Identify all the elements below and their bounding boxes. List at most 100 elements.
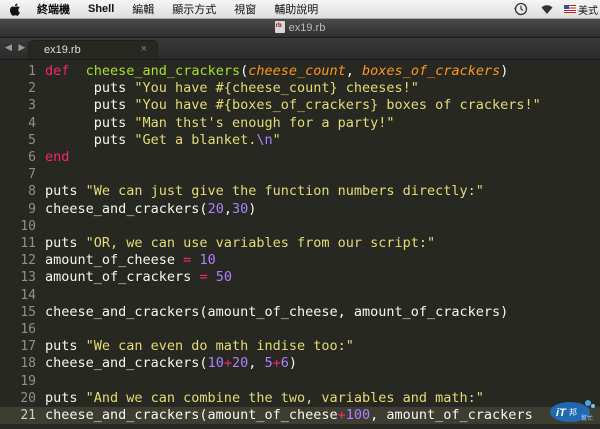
code-line[interactable]: 17 puts "We can even do math indise too:" xyxy=(0,338,600,355)
code-line[interactable]: 19 xyxy=(0,373,600,390)
tab-bar: ◀ ▶ ex19.rb × xyxy=(0,38,600,60)
code-line[interactable]: 2 puts "You have #{cheese_count} cheeses… xyxy=(0,80,600,97)
code-line[interactable]: 12 amount_of_cheese = 10 xyxy=(0,252,600,269)
time-machine-icon[interactable] xyxy=(513,2,529,16)
code-line[interactable]: 21 cheese_and_crackers(amount_of_cheese+1… xyxy=(0,407,600,424)
line-number: 17 xyxy=(20,339,36,355)
line-number: 14 xyxy=(20,287,36,303)
code-line[interactable]: 7 xyxy=(0,166,600,183)
us-flag-icon[interactable] xyxy=(564,5,576,13)
svg-text:邦: 邦 xyxy=(569,407,577,417)
line-number: 12 xyxy=(20,253,36,269)
menu-shell[interactable]: Shell xyxy=(79,3,123,15)
code-line[interactable]: 20 puts "And we can combine the two, vari… xyxy=(0,390,600,407)
code-token: puts xyxy=(45,183,86,200)
code-token: cheese_count xyxy=(248,63,346,79)
code-token: amount_of_crackers xyxy=(45,269,200,286)
line-number: 9 xyxy=(28,201,36,217)
menu-edit[interactable]: 編輯 xyxy=(123,1,163,17)
code-token: "You have #{cheese_count} cheeses!" xyxy=(134,80,419,97)
code-token: "And we can combine the two, variables a… xyxy=(85,389,484,406)
tab-close-icon[interactable]: × xyxy=(141,43,147,55)
code-line[interactable]: 16 xyxy=(0,321,600,338)
code-token: ) xyxy=(500,63,509,79)
tab-nav-arrows-icon[interactable]: ◀ ▶ xyxy=(5,42,27,53)
line-number: 10 xyxy=(20,218,36,234)
code-token: = xyxy=(199,269,208,286)
code-line[interactable]: 8 puts "We can just give the function num… xyxy=(0,183,600,200)
code-token: puts xyxy=(45,235,86,251)
line-number: 5 xyxy=(28,132,36,148)
menu-help[interactable]: 輔助說明 xyxy=(265,1,327,17)
code-token: + xyxy=(223,355,232,372)
code-token: 100 xyxy=(345,407,371,423)
menu-terminal[interactable]: 終端機 xyxy=(28,1,79,17)
code-line[interactable]: 14 xyxy=(0,287,600,304)
code-token: puts xyxy=(45,80,135,97)
menu-bar: 終端機 Shell 編輯 顯示方式 視窗 輔助說明 美式 xyxy=(0,0,600,19)
code-token: 20 xyxy=(231,355,249,372)
code-text: puts "We can just give the function numb… xyxy=(45,183,484,200)
line-number: 18 xyxy=(20,356,36,372)
line-number: 4 xyxy=(28,115,36,131)
code-text: end xyxy=(45,149,69,166)
code-token: 20 xyxy=(207,200,224,217)
code-token: 10 xyxy=(191,252,216,269)
tab-ex19[interactable]: ex19.rb × xyxy=(28,40,158,59)
code-token: , xyxy=(345,63,363,79)
code-line[interactable]: 15 cheese_and_crackers(amount_of_cheese, … xyxy=(0,304,600,321)
apple-icon[interactable] xyxy=(8,2,22,16)
code-token: 6 xyxy=(280,355,289,372)
code-text: def cheese_and_crackers(cheese_count, bo… xyxy=(45,63,508,80)
code-text: cheese_and_crackers(amount_of_cheese+100… xyxy=(45,407,533,424)
code-text: cheese_and_crackers(20,30) xyxy=(45,201,256,218)
code-token: ( xyxy=(240,63,249,79)
code-line[interactable]: 5 puts "Get a blanket.\n" xyxy=(0,132,600,149)
code-token: , amount_of_crackers xyxy=(370,407,533,423)
code-token: boxes_of_crackers xyxy=(362,63,501,79)
code-line[interactable]: 3 puts "You have #{boxes_of_crackers} bo… xyxy=(0,97,600,114)
code-token: amount_of_cheese xyxy=(45,252,184,269)
code-token: cheese_and_crackers( xyxy=(45,355,208,372)
code-token: "We can even do math indise too:" xyxy=(85,338,354,355)
code-token: 5 xyxy=(264,355,273,372)
code-text: puts "We can even do math indise too:" xyxy=(45,338,354,355)
window-title: ex19.rb xyxy=(0,21,600,34)
code-token: 10 xyxy=(207,355,224,372)
svg-text:幫忙: 幫忙 xyxy=(581,414,593,422)
line-number: 1 xyxy=(28,64,36,79)
code-line[interactable]: 1 def cheese_and_crackers(cheese_count, b… xyxy=(0,63,600,80)
code-line[interactable]: 13 amount_of_crackers = 50 xyxy=(0,269,600,286)
code-token: end xyxy=(45,149,70,165)
code-token: "We can just give the function numbers d… xyxy=(85,183,484,200)
ruby-file-icon xyxy=(274,21,285,33)
line-number: 2 xyxy=(28,81,36,97)
code-token: cheese_and_crackers(amount_of_cheese xyxy=(45,407,338,423)
menu-window[interactable]: 視窗 xyxy=(225,1,265,17)
line-number: 7 xyxy=(28,167,36,183)
wifi-icon[interactable] xyxy=(539,2,555,16)
code-text: amount_of_cheese = 10 xyxy=(45,252,216,269)
code-line[interactable]: 10 xyxy=(0,218,600,235)
menu-view[interactable]: 顯示方式 xyxy=(163,1,225,17)
code-line[interactable]: 6 end xyxy=(0,149,600,166)
code-line[interactable]: 4 puts "Man thst's enough for a party!" xyxy=(0,115,600,132)
code-line[interactable]: 9 cheese_and_crackers(20,30) xyxy=(0,201,600,218)
line-number: 16 xyxy=(20,322,36,337)
code-line[interactable]: 18 cheese_and_crackers(10+20, 5+6) xyxy=(0,355,600,372)
code-token: puts xyxy=(45,389,86,406)
code-text: amount_of_crackers = 50 xyxy=(45,269,232,286)
code-editor[interactable]: 1 def cheese_and_crackers(cheese_count, b… xyxy=(0,60,600,425)
window-title-text: ex19.rb xyxy=(288,22,326,34)
ithome-watermark-logo: iT 邦 幫忙 xyxy=(548,398,598,424)
code-token: puts xyxy=(45,97,135,114)
code-text: cheese_and_crackers(10+20, 5+6) xyxy=(45,355,297,372)
line-number: 8 xyxy=(28,184,36,200)
input-source-label[interactable]: 美式 xyxy=(578,2,598,17)
line-number: 21 xyxy=(20,408,36,423)
code-token: "Man thst's enough for a party!" xyxy=(134,114,395,131)
code-token: cheese_and_crackers xyxy=(85,63,241,79)
code-line[interactable]: 11 puts "OR, we can use variables from ou… xyxy=(0,235,600,252)
code-token: "Get a blanket. xyxy=(134,131,257,148)
